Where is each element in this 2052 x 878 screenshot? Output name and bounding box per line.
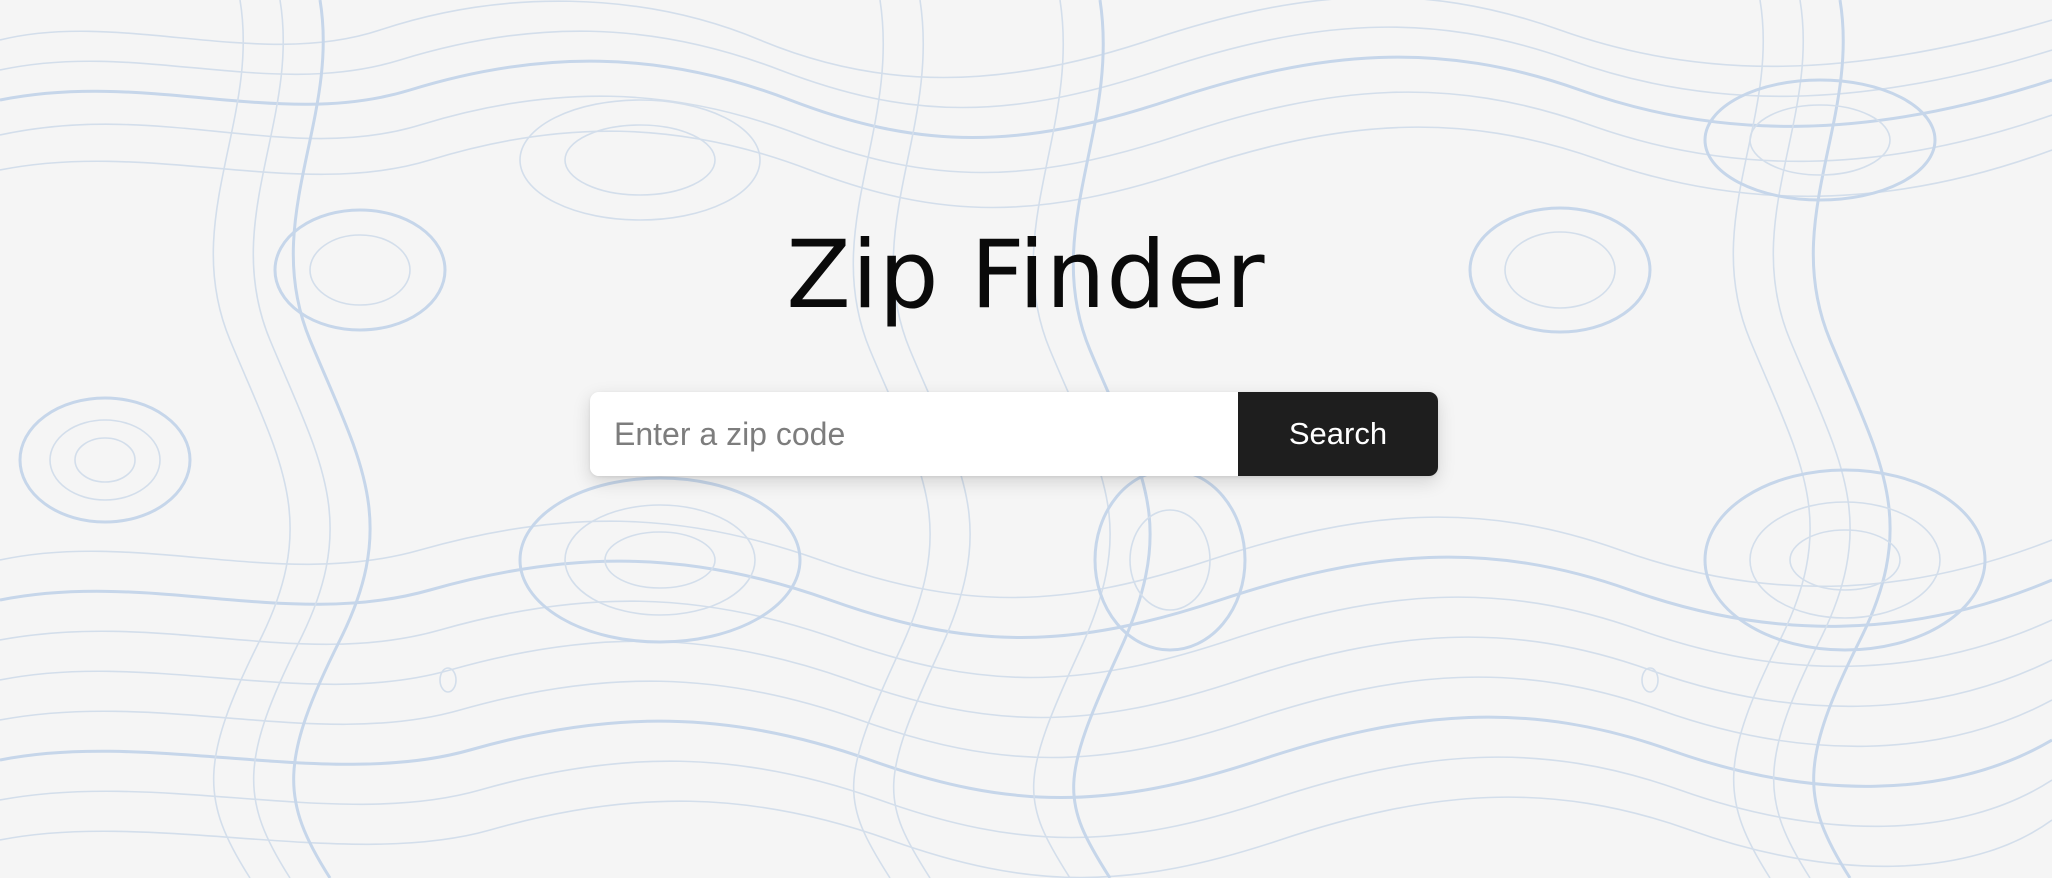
- search-bar: Search: [590, 392, 1438, 476]
- main-content: Zip Finder Search: [0, 0, 2052, 878]
- zip-code-input[interactable]: [590, 392, 1238, 476]
- page-title: Zip Finder: [786, 221, 1266, 330]
- search-button[interactable]: Search: [1238, 392, 1438, 476]
